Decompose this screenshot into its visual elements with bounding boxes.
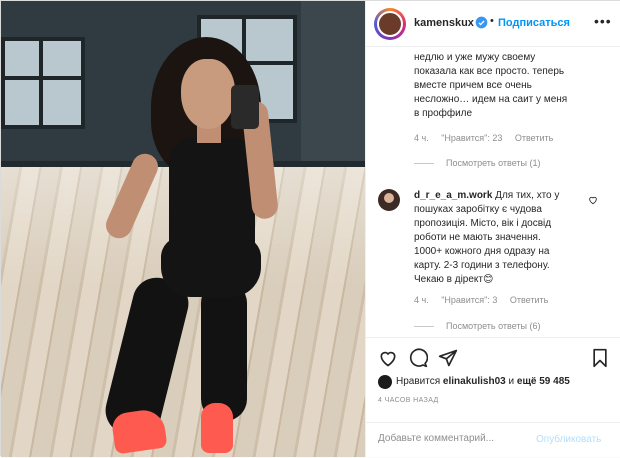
comment-line: роботи не мають значення. [414, 232, 541, 243]
share-icon[interactable] [438, 348, 458, 368]
heart-icon[interactable] [378, 348, 398, 368]
comment-text: недлю и уже мужу своему показала как все… [414, 51, 567, 121]
view-replies-button[interactable]: Посмотреть ответы (6) [446, 321, 541, 331]
author-username[interactable]: kamenskux [414, 17, 474, 29]
post-header: kamenskux • Подписаться ••• [366, 1, 620, 47]
comment-line: показала как все просто. теперь [414, 66, 565, 77]
photo-person-leg-right [201, 281, 247, 421]
comment-line: вместе причем все очень [414, 80, 532, 91]
comments-list[interactable]: недлю и уже мужу своему показала как все… [366, 47, 620, 337]
post-timestamp[interactable]: 4 ЧАСОВ НАЗАД [378, 397, 439, 404]
comment-like-heart-icon[interactable] [588, 195, 598, 205]
comment-time: 4 ч. [414, 133, 429, 143]
photo-phone [231, 85, 259, 129]
comment-likes[interactable]: "Нравится": 23 [441, 133, 502, 143]
add-comment-bar: Опубликовать [366, 422, 620, 458]
comment-line: 1000+ кожного дня одразу на [414, 246, 550, 257]
likes-middle: и [508, 376, 515, 387]
comment-likes[interactable]: "Нравится": 3 [441, 295, 497, 305]
publish-button[interactable]: Опубликовать [536, 434, 601, 445]
comment-line: Чекаю в дірект😊 [414, 274, 494, 285]
post-side-panel: kamenskux • Подписаться ••• недлю и уже … [365, 1, 620, 457]
post-photo[interactable] [1, 1, 365, 457]
comment-line: несложно… идем на саит у меня [414, 94, 568, 105]
comment-meta: 4 ч. "Нравится": 3 Ответить [414, 295, 558, 305]
photo-person-torso [169, 137, 255, 257]
more-options-icon[interactable]: ••• [594, 13, 612, 29]
photo-window-left [1, 37, 85, 129]
photo-shoe-right [201, 403, 233, 453]
comment-line: в проффиле [414, 108, 473, 119]
instagram-post: kamenskux • Подписаться ••• недлю и уже … [0, 0, 620, 457]
avatar[interactable] [377, 11, 403, 37]
comment-meta: 4 ч. "Нравится": 23 Ответить [414, 133, 563, 143]
comment-line: пошуках заробітку є чудова [414, 204, 542, 215]
commenter-username[interactable]: d_r_e_a_m.work [414, 190, 492, 201]
likes-prefix: Нравится [396, 376, 441, 387]
commenter-avatar[interactable] [378, 189, 400, 211]
post-actions: Нравится elinakulish03 и ещё 59 485 4 ЧА… [366, 337, 620, 457]
comment-icon[interactable] [408, 348, 428, 368]
comment-time: 4 ч. [414, 295, 429, 305]
comment-text: d_r_e_a_m.work Для тих, хто у пошуках за… [414, 189, 584, 287]
comment-line: пропозиція. Місто, вік і досвід [414, 218, 552, 229]
header-separator: • [490, 15, 494, 27]
comment-line: Для тих, хто у [495, 190, 560, 201]
photo-person-face [181, 59, 235, 129]
likes-text: Нравится elinakulish03 и ещё 59 485 [396, 376, 570, 387]
replies-divider [414, 326, 434, 327]
comment-reply-button[interactable]: Ответить [515, 133, 553, 143]
verified-badge-icon [475, 16, 488, 29]
replies-divider [414, 163, 434, 164]
view-replies-button[interactable]: Посмотреть ответы (1) [446, 158, 541, 168]
likes-count-button[interactable]: ещё 59 485 [517, 376, 570, 387]
comment-input[interactable] [378, 433, 528, 444]
bookmark-icon[interactable] [590, 348, 610, 368]
liker-username[interactable]: elinakulish03 [443, 376, 506, 387]
comment-line: недлю и уже мужу своему [414, 52, 536, 63]
follow-button[interactable]: Подписаться [498, 17, 570, 29]
comment-reply-button[interactable]: Ответить [510, 295, 548, 305]
liker-avatar[interactable] [378, 375, 392, 389]
photo-pillar [301, 1, 365, 173]
comment-line: карту. 2-3 години з телефону. [414, 260, 550, 271]
story-ring[interactable] [374, 8, 406, 40]
